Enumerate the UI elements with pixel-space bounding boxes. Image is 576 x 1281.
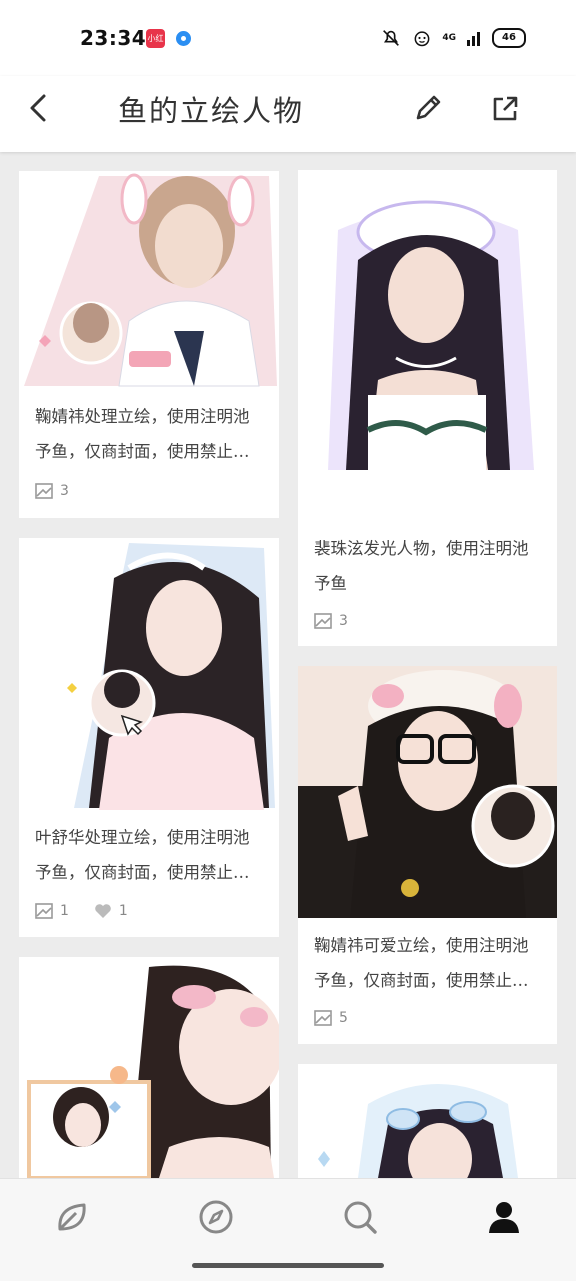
card-cover-image xyxy=(298,170,557,510)
album-card[interactable]: 鞠婧祎处理立绘，使用注明池予鱼，仅商封面，使用禁止二改 3 xyxy=(19,171,279,518)
back-button[interactable] xyxy=(22,90,54,126)
card-meta: 5 xyxy=(314,1008,348,1028)
card-cover-image xyxy=(19,538,279,810)
nav-profile-tab[interactable] xyxy=(484,1197,524,1237)
network-type: 4G xyxy=(442,33,456,43)
card-cover-image xyxy=(19,171,279,391)
card-title: 鞠婧祎可爱立绘，使用注明池予鱼，仅商封面，使用禁止二改 xyxy=(314,936,529,990)
nav-discover-tab[interactable] xyxy=(196,1197,236,1237)
album-card[interactable]: 鞠婧祎可爱立绘，使用注明池予鱼，仅商封面，使用禁止二改 5 xyxy=(298,666,557,1044)
search-icon xyxy=(344,1201,377,1234)
leaf-icon xyxy=(58,1203,86,1231)
notification-dot-icon xyxy=(176,31,191,46)
card-title: 鞠婧祎处理立绘，使用注明池予鱼，仅商封面，使用禁止二改 xyxy=(35,407,250,461)
card-meta: 3 xyxy=(314,611,348,631)
image-count: 3 xyxy=(60,483,69,499)
image-count-icon xyxy=(314,1010,332,1026)
image-count-icon xyxy=(314,613,332,629)
person-icon xyxy=(489,1202,519,1233)
image-count-icon xyxy=(35,483,53,499)
share-external-icon xyxy=(493,96,518,121)
album-card[interactable] xyxy=(19,957,279,1178)
battery-indicator: 46 xyxy=(492,28,526,48)
card-meta: 1 1 xyxy=(35,901,128,921)
card-cover-image xyxy=(19,957,279,1178)
card-meta: 3 xyxy=(35,481,69,501)
card-title: 裴珠泫发光人物，使用注明池予鱼 xyxy=(314,539,529,593)
heart-icon xyxy=(95,904,111,918)
status-icons: 4G 46 xyxy=(380,26,526,50)
signal-icon xyxy=(467,32,480,46)
edit-button[interactable] xyxy=(410,90,446,126)
share-button[interactable] xyxy=(486,90,524,128)
status-bar: 23:34 小红书 4G 46 xyxy=(0,0,576,76)
silent-bell-icon xyxy=(383,30,400,46)
card-cover-image xyxy=(298,666,557,918)
status-time: 23:34 xyxy=(80,26,147,50)
compass-icon xyxy=(199,1200,233,1234)
like-count: 1 xyxy=(118,903,128,919)
image-count: 5 xyxy=(339,1010,348,1026)
page-title: 鱼的立绘人物 xyxy=(118,94,305,128)
album-card[interactable] xyxy=(298,1064,557,1178)
image-count-icon xyxy=(35,903,53,919)
image-count: 3 xyxy=(339,613,348,629)
pencil-icon xyxy=(416,95,441,120)
app-notification-icon: 小红书 xyxy=(146,29,165,62)
card-title: 叶舒华处理立绘，使用注明池予鱼，仅商封面，使用禁止二改 xyxy=(35,828,250,882)
image-count: 1 xyxy=(60,903,69,919)
album-card[interactable]: 裴珠泫发光人物，使用注明池予鱼 3 xyxy=(298,170,557,646)
top-app-bar: 鱼的立绘人物 xyxy=(0,76,576,152)
home-indicator[interactable] xyxy=(192,1263,384,1268)
nav-search-tab[interactable] xyxy=(340,1197,380,1237)
album-card[interactable]: 叶舒华处理立绘，使用注明池予鱼，仅商封面，使用禁止二改 1 1 xyxy=(19,538,279,937)
card-cover-image xyxy=(298,1064,557,1178)
chevron-left-icon xyxy=(30,94,46,122)
nav-home-tab[interactable] xyxy=(52,1197,92,1237)
mascot-icon xyxy=(414,31,430,47)
